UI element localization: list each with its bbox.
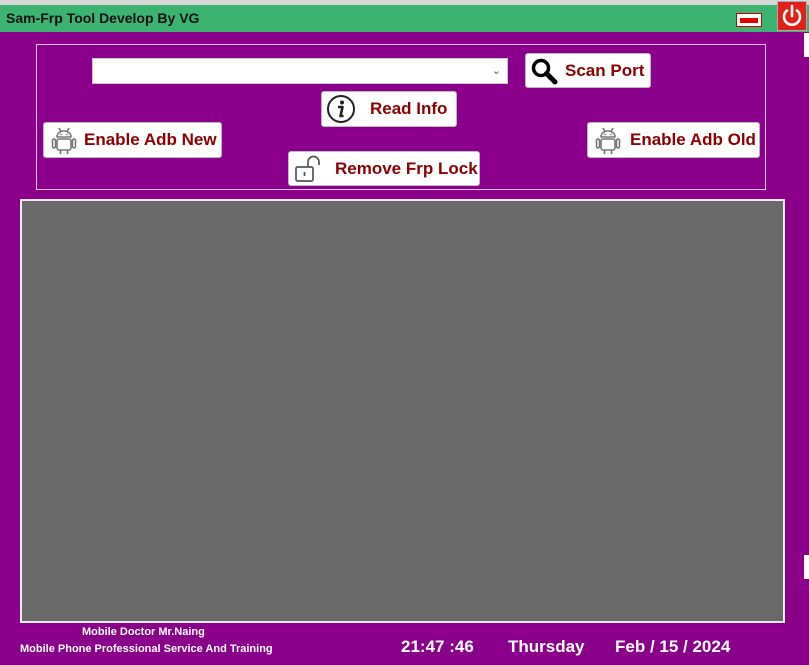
scan-port-button[interactable]: Scan Port (525, 53, 651, 88)
port-select[interactable]: ⌄ (92, 58, 508, 84)
remove-frp-lock-button[interactable]: Remove Frp Lock (288, 151, 480, 186)
magnifier-icon (531, 58, 558, 84)
enable-adb-old-label: Enable Adb Old (630, 130, 756, 149)
android-icon (595, 127, 621, 154)
info-icon (327, 95, 355, 123)
minimize-button[interactable] (736, 13, 762, 27)
clock-weekday: Thursday (508, 637, 585, 656)
background-window-edge (804, 555, 809, 579)
remove-frp-lock-label: Remove Frp Lock (335, 158, 478, 178)
android-icon (51, 127, 77, 154)
tagline-label: Mobile Phone Professional Service And Tr… (20, 643, 273, 655)
enable-adb-old-button[interactable]: Enable Adb Old (587, 122, 760, 158)
background-window-edge (804, 33, 809, 57)
power-icon (782, 4, 802, 26)
minimize-icon (740, 18, 758, 23)
title-bar: Sam-Frp Tool Develop By VG (0, 5, 809, 32)
clock-time: 21:47 :46 (401, 637, 474, 656)
enable-adb-new-button[interactable]: Enable Adb New (43, 122, 222, 158)
scan-port-label: Scan Port (565, 60, 645, 80)
unlock-icon (295, 155, 320, 182)
author-label: Mobile Doctor Mr.Naing (82, 626, 205, 638)
window-title: Sam-Frp Tool Develop By VG (6, 10, 200, 26)
chevron-down-icon: ⌄ (491, 65, 501, 77)
read-info-button[interactable]: Read Info (321, 91, 457, 127)
enable-adb-new-label: Enable Adb New (84, 130, 217, 149)
clock-date: Feb / 15 / 2024 (615, 637, 731, 656)
log-output-area[interactable] (20, 199, 785, 623)
read-info-label: Read Info (370, 99, 448, 118)
power-close-button[interactable] (777, 1, 807, 31)
